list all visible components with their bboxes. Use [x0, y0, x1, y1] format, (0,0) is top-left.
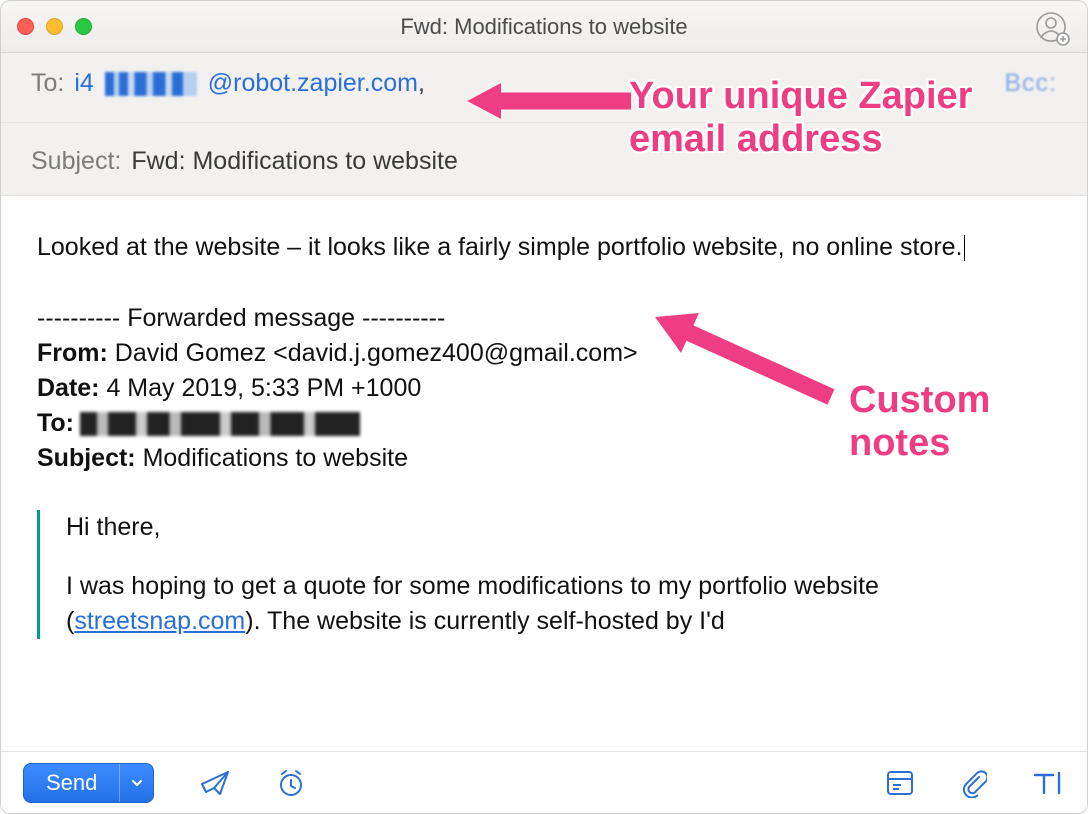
template-icon[interactable] [885, 769, 915, 797]
to-row[interactable]: To: i4 @robot.zapier.com, [31, 67, 1057, 100]
forwarded-subject-line: Subject: Modifications to website [37, 441, 1051, 476]
to-value: i4 @robot.zapier.com [74, 67, 418, 100]
subject-label: Subject: [31, 145, 121, 178]
fwd-date-label: Date: [37, 374, 100, 402]
compose-window: Fwd: Modifications to website To: i4 @ro… [0, 0, 1088, 814]
fwd-from-label: From: [37, 339, 108, 367]
quote-post: ). The website is currently self-hosted … [245, 607, 725, 635]
quote-link[interactable]: streetsnap.com [74, 607, 245, 635]
send-button[interactable]: Send [23, 763, 154, 803]
header-divider [1, 122, 1087, 123]
cc-bcc-toggle[interactable]: Bcc: [1004, 69, 1057, 98]
subject-value: Fwd: Modifications to website [131, 145, 458, 178]
attachment-icon[interactable] [959, 768, 987, 798]
to-prefix: i4 [74, 69, 93, 97]
forwarded-separator: ---------- Forwarded message ---------- [37, 301, 1051, 336]
forwarded-date-line: Date: 4 May 2019, 5:33 PM +1000 [37, 371, 1051, 406]
forwarded-block: ---------- Forwarded message ---------- … [37, 301, 1051, 476]
subject-row[interactable]: Subject: Fwd: Modifications to website [31, 145, 1057, 178]
forwarded-to-line: To: [37, 406, 1051, 441]
text-format-icon[interactable] [1031, 769, 1065, 797]
compose-toolbar: Send [1, 751, 1087, 813]
fwd-from-value: David Gomez <david.j.gomez400@gmail.com> [108, 339, 638, 367]
fwd-subject-label: Subject: [37, 444, 136, 472]
to-suffix: @robot.zapier.com [208, 69, 418, 97]
send-button-label: Send [24, 770, 119, 796]
to-label: To: [31, 67, 64, 100]
quote-paragraph: I was hoping to get a quote for some mod… [66, 569, 1051, 639]
fwd-date-value: 4 May 2019, 5:33 PM +1000 [100, 374, 422, 402]
to-comma: , [418, 67, 425, 100]
body-scroll-area[interactable]: Looked at the website – it looks like a … [1, 196, 1087, 751]
window-title: Fwd: Modifications to website [1, 14, 1087, 40]
compose-headers: To: i4 @robot.zapier.com, Bcc: Subject: … [1, 53, 1087, 196]
message-body[interactable]: Looked at the website – it looks like a … [1, 196, 1087, 693]
add-recipient-avatar-icon[interactable] [1035, 11, 1071, 47]
quoted-message: Hi there, I was hoping to get a quote fo… [37, 510, 1051, 639]
titlebar: Fwd: Modifications to website [1, 1, 1087, 53]
fwd-subject-value: Modifications to website [136, 444, 408, 472]
fwd-to-label: To: [37, 409, 74, 437]
fwd-to-redacted [80, 412, 360, 436]
body-note-text: Looked at the website – it looks like a … [37, 233, 963, 261]
send-later-icon[interactable] [198, 768, 232, 798]
text-cursor [964, 235, 966, 261]
quote-greeting: Hi there, [66, 510, 1051, 545]
send-options-dropdown[interactable] [119, 764, 153, 802]
to-redacted-segment [105, 72, 197, 96]
forwarded-from-line: From: David Gomez <david.j.gomez400@gmai… [37, 336, 1051, 371]
reminder-icon[interactable] [276, 768, 306, 798]
